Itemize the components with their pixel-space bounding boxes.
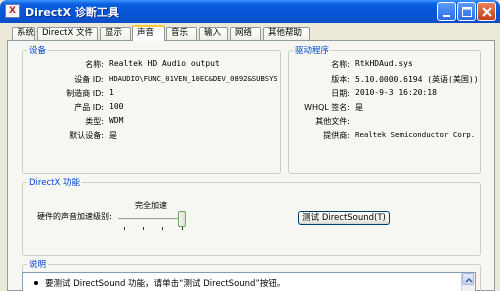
driver-name-row: 名称: RtkHDAud.sys	[288, 59, 481, 71]
device-group-legend: 设备	[29, 46, 47, 56]
whql-row: WHQL 签名: 是	[288, 102, 481, 114]
driver-version-value: 5.10.0000.6194 (英语(美国))	[355, 75, 479, 84]
tab-label: 声音	[137, 28, 155, 38]
scroll-up-button[interactable]	[462, 273, 474, 285]
accel-value-label: 完全加速	[135, 201, 167, 210]
device-type-row: 类型: WDM	[22, 116, 281, 128]
tab-label: 系统	[17, 28, 35, 38]
whql-value: 是	[355, 103, 363, 112]
tab-network[interactable]: 网络	[230, 27, 261, 40]
tab-sound[interactable]: 声音	[132, 25, 165, 41]
driver-date-row: 日期: 2010-9-3 16:20:18	[288, 88, 481, 100]
test-directsound-button[interactable]: 测试 DirectSound(T)	[298, 211, 390, 225]
maximize-icon	[462, 7, 472, 17]
device-name-row: 名称: Realtek HD Audio output	[22, 59, 281, 71]
notes-scrollbar[interactable]	[461, 273, 475, 291]
other-files-label: 其他文件:	[315, 117, 350, 126]
provider-row: 提供商: Realtek Semiconductor Corp.	[288, 130, 481, 142]
default-device-value: 是	[109, 131, 117, 140]
device-name-value: Realtek HD Audio output	[109, 59, 220, 68]
tab-directx-files[interactable]: DirectX 文件	[37, 27, 98, 40]
product-id-label: 产品 ID:	[74, 103, 104, 112]
chevron-up-icon	[465, 277, 473, 283]
tab-display[interactable]: 显示	[100, 27, 131, 40]
window-title: DirectX 诊断工具	[25, 6, 119, 19]
device-name-label: 名称:	[85, 60, 104, 69]
notes-text: 要测试 DirectSound 功能，请单击“测试 DirectSound”按钮…	[45, 279, 286, 289]
close-button[interactable]	[477, 2, 496, 21]
tab-label: DirectX 文件	[42, 28, 93, 38]
tab-label: 输入	[204, 28, 222, 38]
tab-label: 其他帮助	[268, 28, 303, 38]
driver-version-row: 版本: 5.10.0000.6194 (英语(美国))	[288, 74, 481, 86]
manufacturer-id-label: 制造商 ID:	[66, 89, 104, 98]
provider-value: Realtek Semiconductor Corp.	[355, 130, 476, 139]
tab-system[interactable]: 系统	[12, 27, 35, 40]
tab-music[interactable]: 音乐	[166, 27, 197, 40]
directx-diagnostic-window: X DirectX 诊断工具 系统 DirectX 文件 显示 声音 音乐 输入…	[0, 0, 500, 291]
directx-features-legend: DirectX 功能	[29, 178, 80, 188]
slider-tick	[162, 227, 163, 230]
other-files-row: 其他文件:	[288, 116, 481, 128]
provider-label: 提供商:	[323, 131, 350, 140]
driver-name-label: 名称:	[331, 60, 350, 69]
device-id-label: 设备 ID:	[74, 75, 104, 84]
driver-group-legend: 驱动程序	[295, 46, 330, 56]
slider-tick	[143, 227, 144, 230]
close-icon	[482, 7, 492, 17]
tab-more-help[interactable]: 其他帮助	[263, 27, 310, 40]
device-id-row: 设备 ID: HDAUDIO\FUNC_01VEN_10EC&DEV_0892&…	[22, 74, 281, 86]
minimize-button[interactable]	[437, 2, 456, 21]
accel-slider-track	[118, 218, 184, 221]
driver-date-value: 2010-9-3 16:20:18	[355, 88, 437, 97]
device-type-value: WDM	[109, 116, 124, 125]
manufacturer-id-value: 1	[109, 88, 114, 97]
whql-label: WHQL 签名:	[304, 103, 350, 112]
directx-app-icon: X	[5, 4, 20, 18]
device-type-label: 类型:	[85, 117, 104, 126]
maximize-button[interactable]	[457, 2, 476, 21]
tab-label: 显示	[105, 28, 123, 38]
driver-date-label: 日期:	[331, 89, 350, 98]
tab-label: 网络	[235, 28, 253, 38]
driver-name-value: RtkHDAud.sys	[355, 59, 413, 68]
product-id-value: 100	[109, 102, 124, 111]
title-bar[interactable]: X DirectX 诊断工具	[0, 0, 500, 23]
notes-group-legend: 说明	[29, 260, 47, 270]
accel-level-label: 硬件的声音加速级别:	[37, 212, 112, 221]
minimize-icon	[443, 15, 450, 17]
tab-label: 音乐	[171, 28, 189, 38]
slider-tick	[182, 227, 183, 230]
manufacturer-id-row: 制造商 ID: 1	[22, 88, 281, 100]
default-device-row: 默认设备: 是	[22, 130, 281, 142]
device-id-value: HDAUDIO\FUNC_01VEN_10EC&DEV_0892&SUBSYS_…	[109, 74, 277, 83]
tab-input[interactable]: 输入	[199, 27, 228, 40]
default-device-label: 默认设备:	[69, 131, 104, 140]
driver-version-label: 版本:	[331, 75, 350, 84]
product-id-row: 产品 ID: 100	[22, 102, 281, 114]
notes-text-area[interactable]: 要测试 DirectSound 功能，请单击“测试 DirectSound”按钮…	[22, 272, 476, 291]
bullet-icon	[34, 281, 38, 285]
accel-slider-thumb[interactable]	[178, 211, 186, 227]
slider-tick	[124, 227, 125, 230]
